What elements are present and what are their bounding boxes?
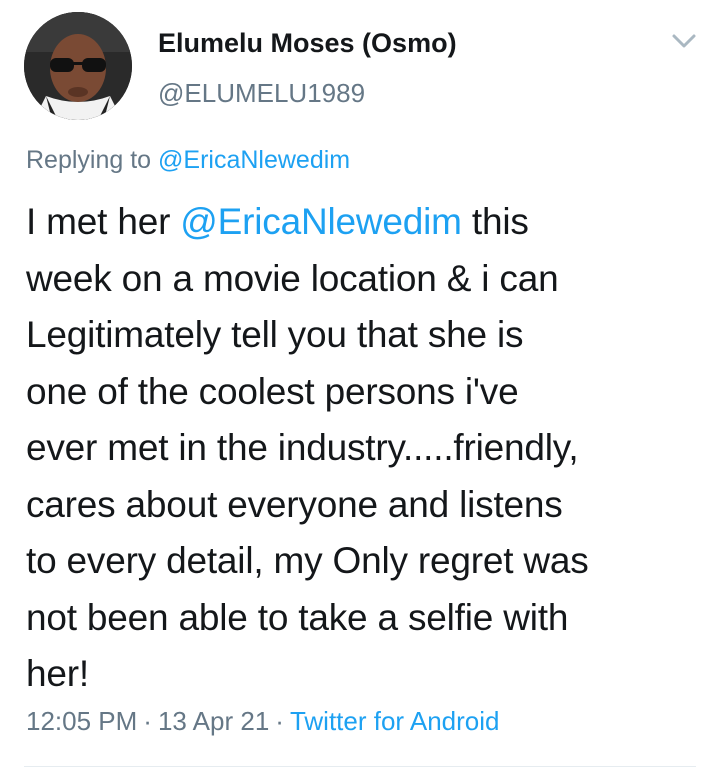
- tweet-line: Legitimately tell you that she is: [26, 314, 524, 355]
- user-handle[interactable]: @ELUMELU1989: [158, 78, 365, 109]
- meta-separator: ·: [275, 706, 284, 736]
- tweet-line: I met her @EricaNlewedim this: [26, 194, 706, 251]
- tweet-line: to every detail, my Only regret was: [26, 540, 589, 581]
- tweet-time[interactable]: 12:05 PM: [26, 706, 137, 736]
- tweet-text-segment: this: [471, 201, 529, 242]
- body-mention-link[interactable]: @EricaNlewedim: [180, 201, 462, 242]
- replying-to-label: Replying to: [26, 146, 152, 174]
- divider: [24, 766, 696, 767]
- tweet-source-link[interactable]: Twitter for Android: [290, 706, 500, 736]
- tweet-text-segment: I met her: [26, 201, 171, 242]
- replying-to: Replying to @EricaNlewedim: [26, 146, 350, 175]
- tweet-card: Elumelu Moses (Osmo) @ELUMELU1989 Replyi…: [0, 0, 719, 772]
- meta-separator: ·: [143, 706, 152, 736]
- avatar[interactable]: [24, 12, 132, 120]
- tweet-line: ever met in the industry.....friendly,: [26, 427, 579, 468]
- tweet-meta: 12:05 PM · 13 Apr 21 · Twitter for Android: [26, 706, 500, 737]
- tweet-line: week on a movie location & i can: [26, 257, 559, 299]
- tweet-line: her!: [26, 653, 89, 694]
- reply-mention-link[interactable]: @EricaNlewedim: [158, 146, 350, 174]
- tweet-line: one of the coolest persons i've: [26, 370, 519, 412]
- tweet-date[interactable]: 13 Apr 21: [158, 706, 269, 736]
- avatar-image: [24, 12, 132, 120]
- display-name[interactable]: Elumelu Moses (Osmo): [158, 28, 457, 59]
- chevron-down-icon[interactable]: [668, 28, 700, 56]
- tweet-text: I met her @EricaNlewedim this week on a …: [26, 194, 706, 703]
- tweet-line: not been able to take a selfie with: [26, 596, 569, 638]
- tweet-line: cares about everyone and listens: [26, 483, 563, 525]
